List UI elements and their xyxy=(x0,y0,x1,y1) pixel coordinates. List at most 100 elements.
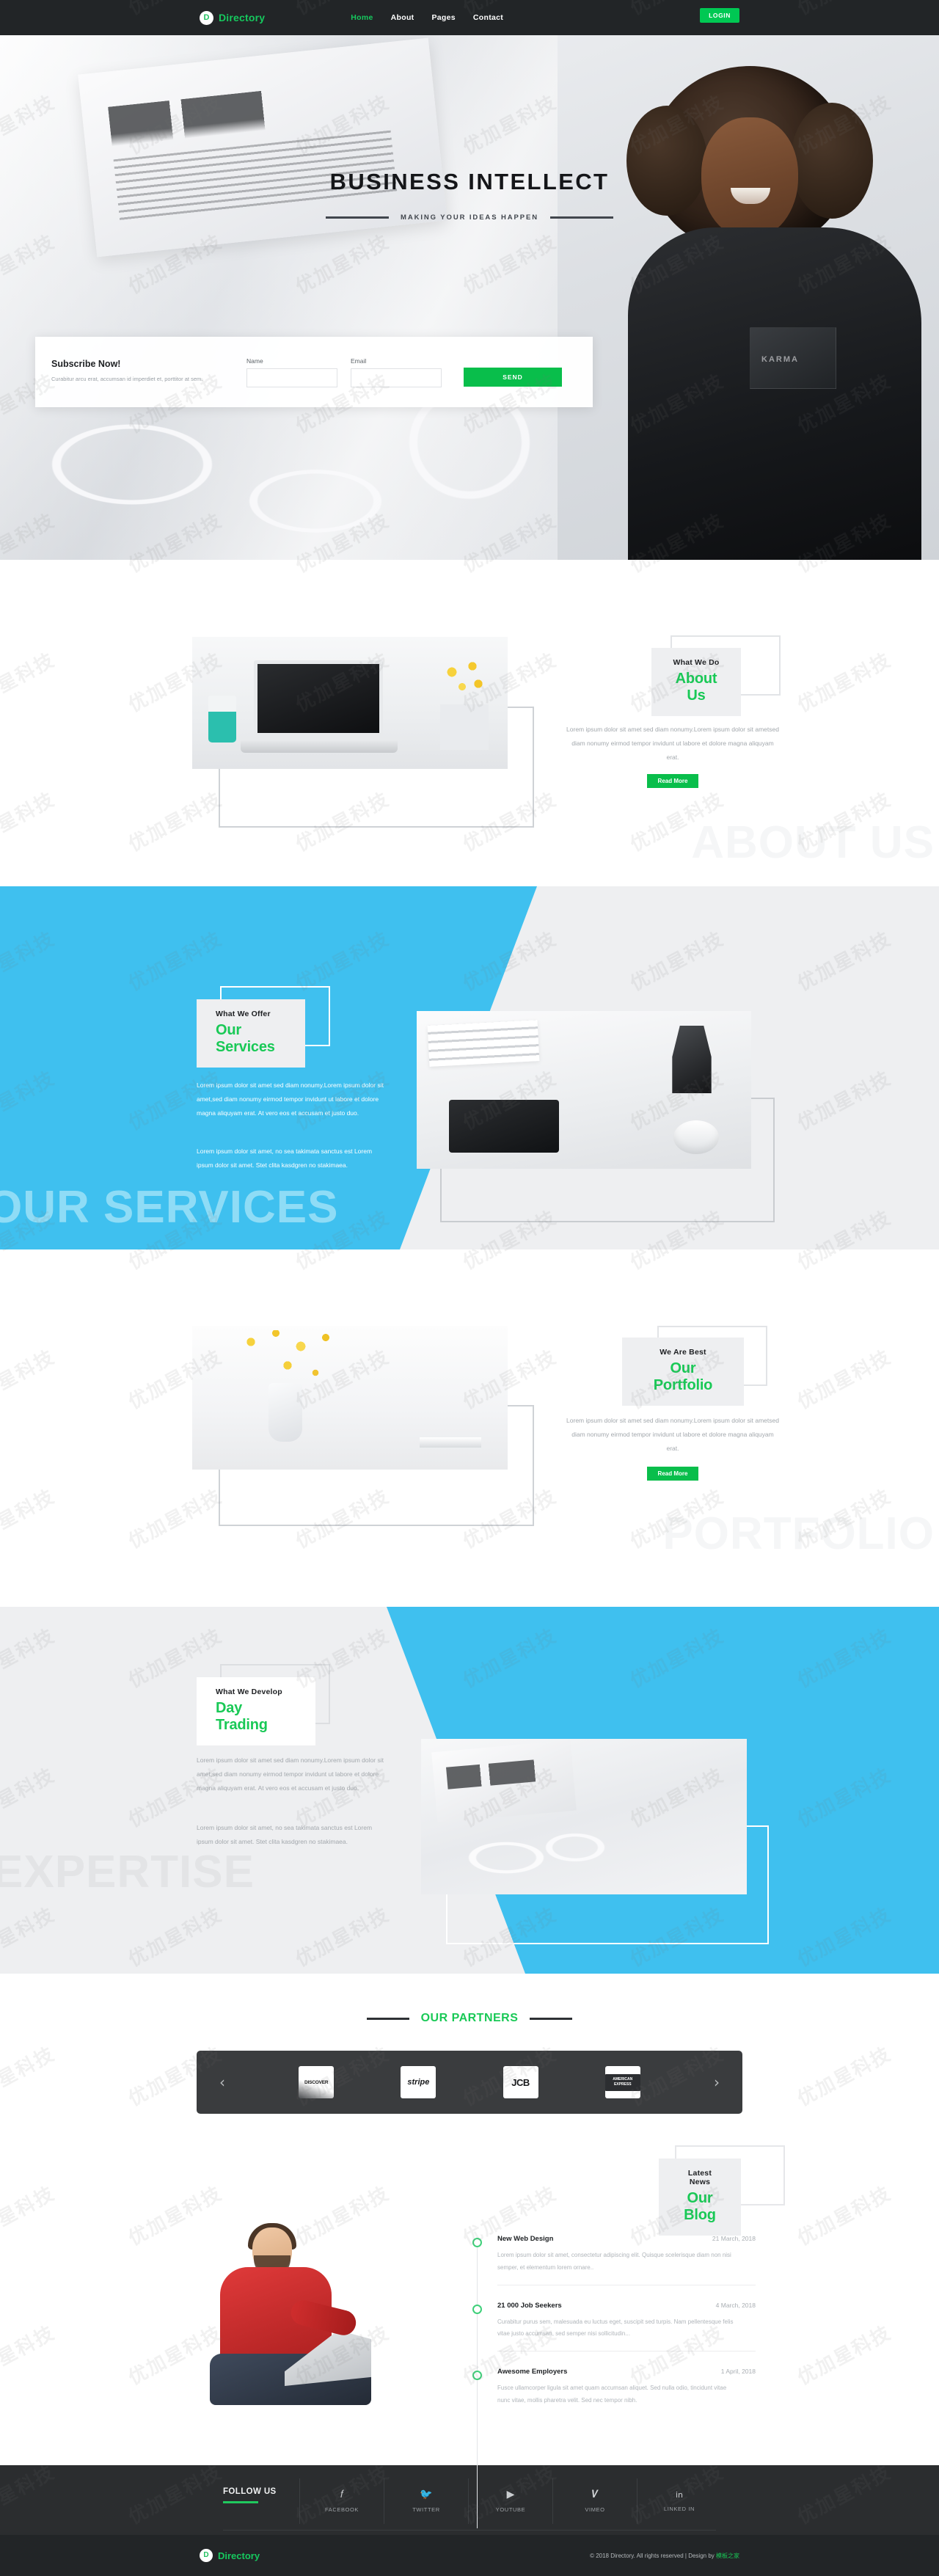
social-label: FACEBOOK xyxy=(324,2506,359,2513)
portfolio-body: Lorem ipsum dolor sit amet sed diam nonu… xyxy=(566,1417,779,1453)
blog-marker-icon xyxy=(472,2304,482,2314)
brand-name: Directory xyxy=(219,12,266,23)
nav-item-about[interactable]: About xyxy=(391,13,414,22)
social-label: YOUTUBE xyxy=(495,2506,526,2513)
social-label: LINKED IN xyxy=(663,2505,695,2512)
follow-us-row: FOLLOW US 𝑓 FACEBOOK 🐦 TWITTER ▶ YOUTUBE… xyxy=(223,2478,721,2524)
blog-post[interactable]: Awesome Employers 1 April, 2018 Fusce ul… xyxy=(470,2368,756,2407)
expertise-title: Day Trading xyxy=(216,1700,268,1733)
partner-logo-amex[interactable]: AMERICAN EXPRESS xyxy=(604,2066,640,2098)
footer-brand-logo[interactable]: D Directory xyxy=(200,2549,260,2562)
copyright-main: © 2018 Directory. All rights reserved | … xyxy=(590,2552,716,2559)
services-section: OUR SERVICES What We Offer Our Services … xyxy=(0,886,939,1249)
email-field-group: Email xyxy=(351,357,442,387)
carousel-next-icon[interactable]: › xyxy=(707,2073,726,2091)
expertise-heading-box: What We Develop Day Trading xyxy=(197,1677,315,1745)
blog-post-title: Awesome Employers xyxy=(497,2368,568,2376)
blog-post-date: 4 March, 2018 xyxy=(715,2301,756,2309)
blog-marker-icon xyxy=(472,2238,482,2247)
services-photo xyxy=(417,1011,751,1169)
partners-heading-text: OUR PARTNERS xyxy=(420,2012,519,2024)
portfolio-heading-box: We Are Best Our Portfolio xyxy=(622,1338,744,1406)
hero-subtitle: MAKING YOUR IDEAS HAPPEN xyxy=(401,214,538,222)
about-heading-box: What We Do About Us xyxy=(651,648,741,716)
social-youtube[interactable]: ▶ YOUTUBE xyxy=(468,2478,552,2524)
hero-subtitle-row: MAKING YOUR IDEAS HAPPEN xyxy=(0,214,939,222)
hero-rule-right xyxy=(549,216,613,219)
social-label: VIMEO xyxy=(585,2506,605,2513)
about-title: About Us xyxy=(675,671,717,704)
portfolio-watermark: PORTFOLIO xyxy=(662,1508,935,1559)
linkedin-icon: in xyxy=(675,2489,684,2500)
hero-person-photo: KARMA xyxy=(558,35,939,560)
social-label: TWITTER xyxy=(412,2506,440,2513)
partners-rule-left xyxy=(366,2017,409,2020)
blog-post-title: New Web Design xyxy=(497,2235,554,2243)
portfolio-photo xyxy=(192,1326,508,1470)
portfolio-section: PORTFOLIO We Are Best Our Portfolio Lore… xyxy=(0,1249,939,1607)
top-navbar: D Directory Home About Pages Contact LOG… xyxy=(0,0,939,35)
services-title: Our Services xyxy=(216,1022,275,1055)
stripe-logo-text: stripe xyxy=(407,2078,430,2087)
blog-post[interactable]: 21 000 Job Seekers 4 March, 2018 Curabit… xyxy=(470,2302,756,2352)
email-input[interactable] xyxy=(351,368,442,387)
social-linkedin[interactable]: in LINKED IN xyxy=(637,2478,721,2524)
blog-marker-icon xyxy=(472,2371,482,2381)
blog-post-title: 21 000 Job Seekers xyxy=(497,2301,562,2310)
subscribe-card: Subscribe Now! Curabitur arcu erat, accu… xyxy=(35,337,593,407)
blog-title: Our Blog xyxy=(684,2190,716,2223)
name-field-group: Name xyxy=(246,357,337,387)
blog-post[interactable]: New Web Design 21 March, 2018 Lorem ipsu… xyxy=(470,2235,756,2285)
about-read-more-button[interactable]: Read More xyxy=(647,774,698,788)
expertise-section: EXPERTISE What We Develop Day Trading Lo… xyxy=(0,1607,939,1974)
hero-title: BUSINESS INTELLECT xyxy=(329,169,610,194)
name-input[interactable] xyxy=(246,368,337,387)
services-body-2: Lorem ipsum dolor sit amet, no sea takim… xyxy=(197,1147,373,1170)
hero-newspaper-image xyxy=(78,37,447,258)
hero-rule-left xyxy=(326,216,390,219)
blog-heading-box: Latest News Our Blog xyxy=(659,2159,741,2236)
portfolio-title: Our Portfolio xyxy=(653,1360,713,1393)
nav-item-contact[interactable]: Contact xyxy=(473,13,503,22)
expertise-body-1: Lorem ipsum dolor sit amet sed diam nonu… xyxy=(197,1756,384,1792)
social-vimeo[interactable]: 𝑽 VIMEO xyxy=(552,2478,637,2524)
partners-rule-right xyxy=(530,2017,573,2020)
youtube-icon: ▶ xyxy=(506,2489,515,2500)
blog-kicker: Latest News xyxy=(687,2169,712,2186)
services-heading-box: What We Offer Our Services xyxy=(197,999,305,1068)
expertise-watermark: EXPERTISE xyxy=(0,1847,255,1897)
blog-post-text: Fusce ullamcorper ligula sit amet quam a… xyxy=(497,2385,727,2404)
partner-logo-stripe[interactable]: stripe xyxy=(401,2066,436,2098)
send-button[interactable]: SEND xyxy=(464,368,562,387)
services-body-1: Lorem ipsum dolor sit amet sed diam nonu… xyxy=(197,1081,384,1117)
copyright-text: © 2018 Directory. All rights reserved | … xyxy=(590,2552,739,2560)
about-watermark: ABOUT US xyxy=(691,817,935,868)
twitter-icon: 🐦 xyxy=(420,2489,433,2500)
garment-text: KARMA xyxy=(761,355,799,364)
expertise-kicker: What We Develop xyxy=(216,1687,282,1696)
expertise-photo xyxy=(421,1739,747,1894)
social-twitter[interactable]: 🐦 TWITTER xyxy=(384,2478,468,2524)
blog-post-date: 21 March, 2018 xyxy=(712,2235,756,2242)
partner-logo-discover[interactable]: DISCOVER xyxy=(299,2066,335,2098)
nav-item-home[interactable]: Home xyxy=(351,13,373,22)
nav-item-pages[interactable]: Pages xyxy=(431,13,455,22)
vimeo-icon: 𝑽 xyxy=(591,2489,599,2500)
partner-logo-jcb[interactable]: JCB xyxy=(503,2066,538,2098)
portfolio-read-more-button[interactable]: Read More xyxy=(647,1467,698,1481)
design-by-link[interactable]: 模板之家 xyxy=(716,2553,739,2559)
jcb-logo-text: JCB xyxy=(511,2076,530,2088)
about-body: Lorem ipsum dolor sit amet sed diam nonu… xyxy=(566,726,779,762)
social-facebook[interactable]: 𝑓 FACEBOOK xyxy=(299,2478,384,2524)
blog-post-date: 1 April, 2018 xyxy=(720,2368,756,2376)
login-button[interactable]: LOGIN xyxy=(700,8,739,23)
about-photo xyxy=(192,637,508,769)
person-body xyxy=(628,227,921,560)
blog-post-text: Curabitur purus sem, malesuada eu luctus… xyxy=(497,2318,734,2338)
services-watermark: OUR SERVICES xyxy=(0,1182,339,1233)
carousel-prev-icon[interactable]: ‹ xyxy=(213,2073,232,2091)
hero-section: KARMA BUSINESS INTELLECT MAKING YOUR IDE… xyxy=(0,35,939,560)
about-kicker: What We Do xyxy=(673,658,720,667)
blog-post-list: New Web Design 21 March, 2018 Lorem ipsu… xyxy=(470,2235,756,2528)
brand-logo[interactable]: D Directory xyxy=(200,10,266,25)
